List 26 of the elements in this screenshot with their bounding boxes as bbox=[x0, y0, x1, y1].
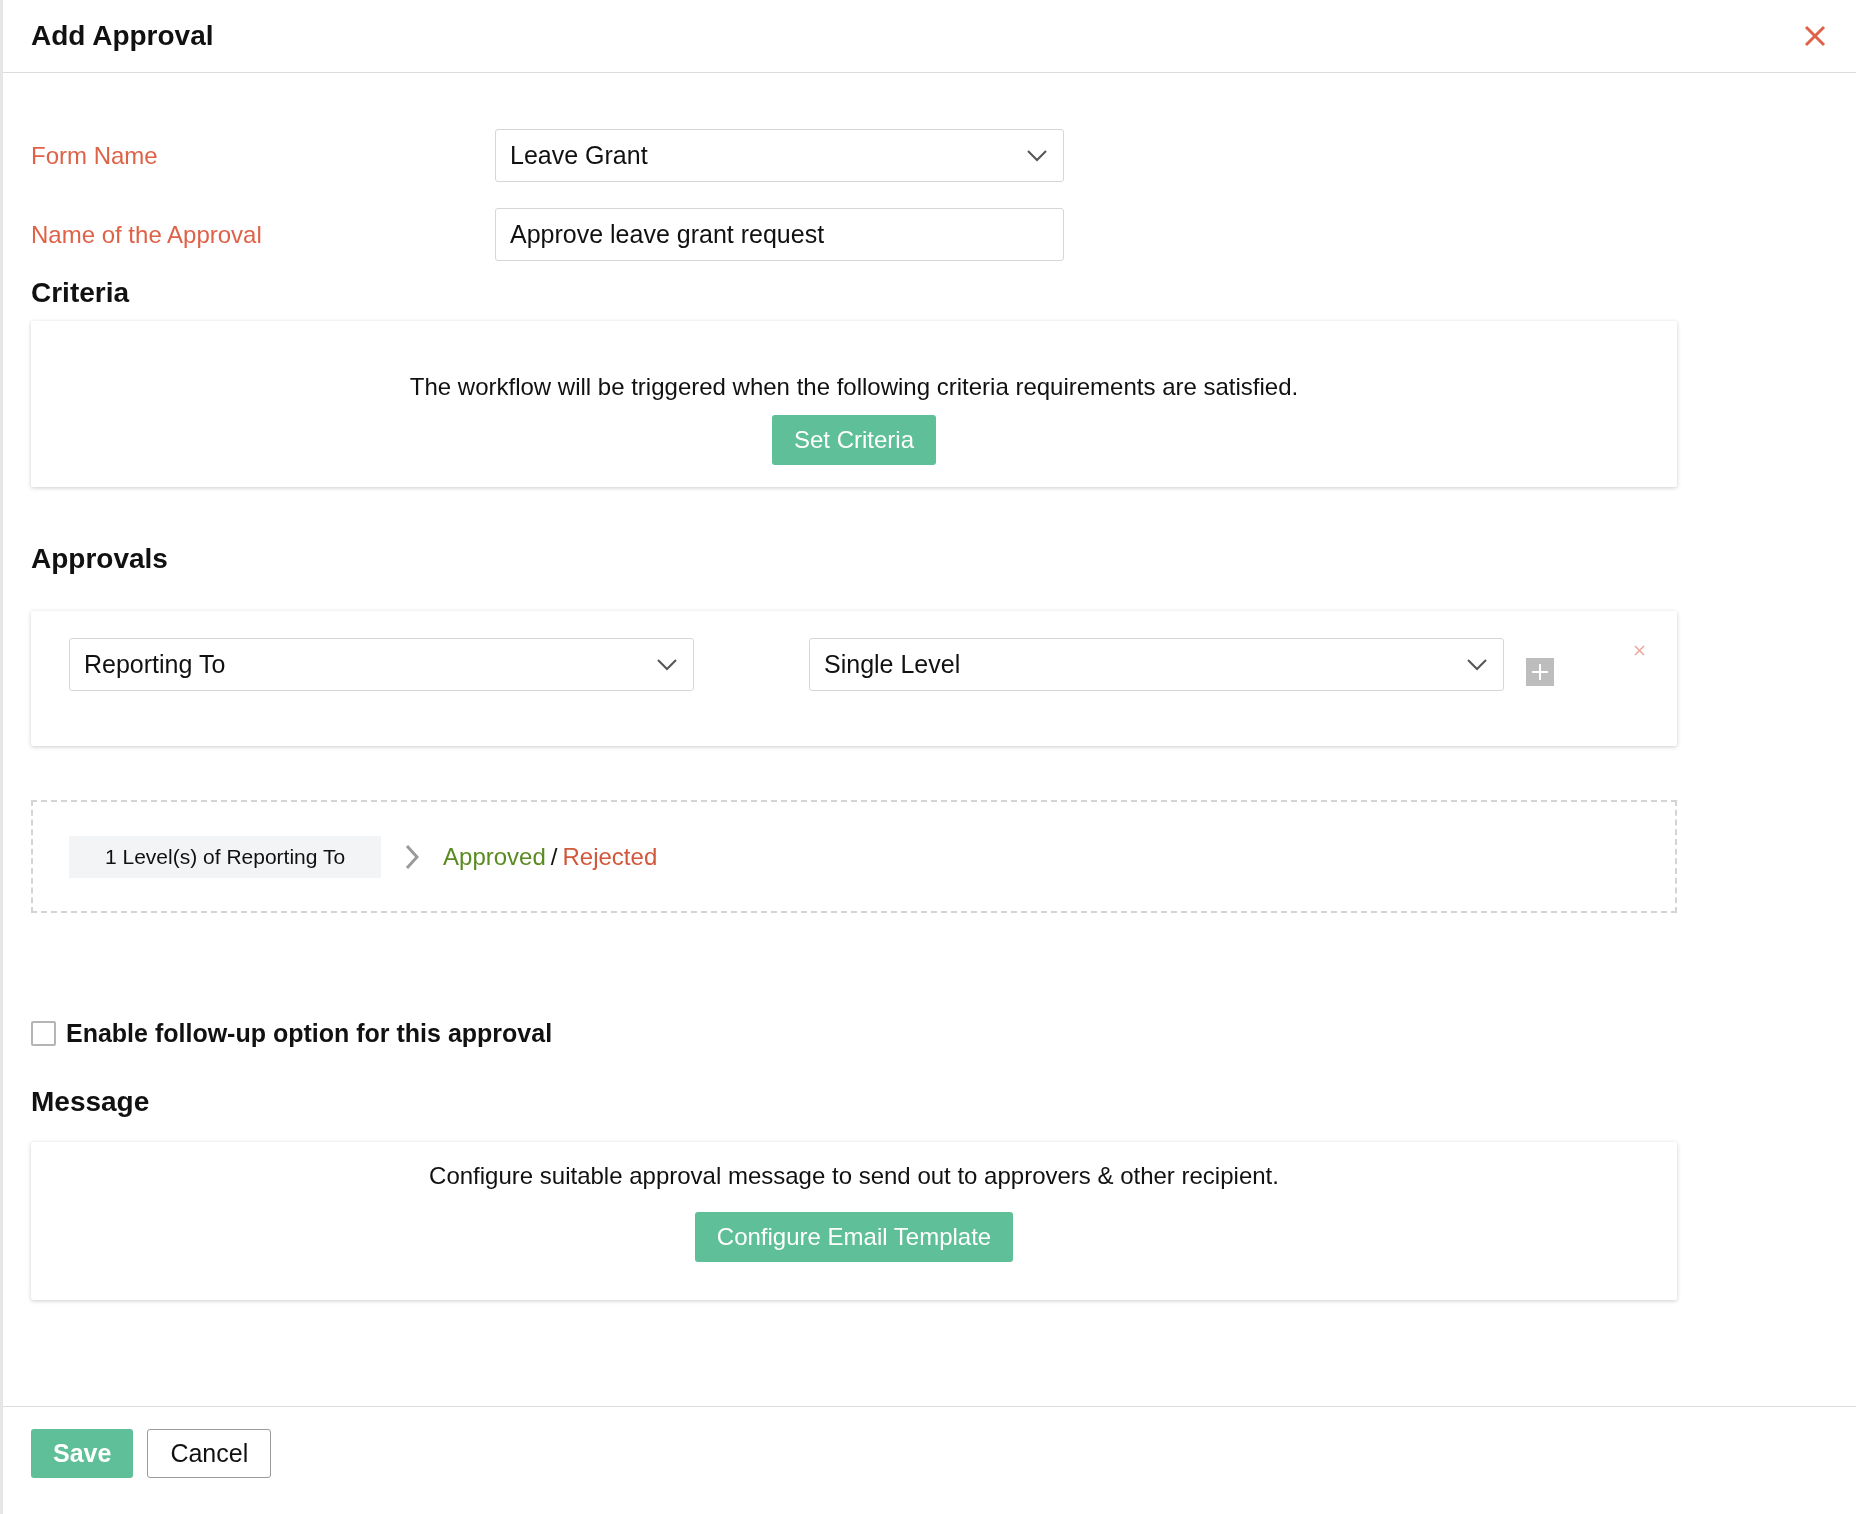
window-title: Add Approval bbox=[31, 20, 214, 52]
chevron-down-icon bbox=[657, 658, 677, 671]
remove-icon[interactable] bbox=[1634, 645, 1645, 656]
chevron-down-icon bbox=[1027, 149, 1047, 162]
level-step: 1 Level(s) of Reporting To bbox=[69, 835, 382, 878]
select-field[interactable]: Single Level bbox=[809, 638, 1504, 691]
chevron-down-icon bbox=[1467, 658, 1487, 671]
close-button[interactable] bbox=[1802, 23, 1828, 49]
follow-up-label: Enable follow-up option for this approval bbox=[66, 1019, 553, 1048]
criteria-description: The workflow will be triggered when the following criteria requirements are satisfied. bbox=[409, 373, 1299, 401]
field-label: Name of the Approval bbox=[31, 220, 263, 249]
cancel-button[interactable]: Cancel bbox=[147, 1429, 272, 1478]
field-label: Form Name bbox=[31, 141, 159, 170]
message-description: Configure suitable approval message to send out to approvers & other recipient. bbox=[429, 1162, 1279, 1190]
add-icon[interactable] bbox=[1526, 658, 1554, 686]
separator-text: / bbox=[550, 842, 558, 871]
section-heading: Approvals bbox=[31, 543, 169, 575]
text-field[interactable]: Approve leave grant request bbox=[495, 208, 1064, 261]
approved-label: Approved bbox=[443, 842, 546, 871]
chevron-right-icon bbox=[405, 843, 420, 870]
rejected-label: Rejected bbox=[562, 842, 658, 871]
select-field[interactable]: Leave Grant bbox=[495, 129, 1064, 182]
section-heading: Criteria bbox=[31, 277, 131, 309]
select-field[interactable]: Reporting To bbox=[69, 638, 694, 691]
follow-up-checkbox[interactable] bbox=[31, 1021, 56, 1046]
section-heading: Message bbox=[31, 1086, 151, 1118]
